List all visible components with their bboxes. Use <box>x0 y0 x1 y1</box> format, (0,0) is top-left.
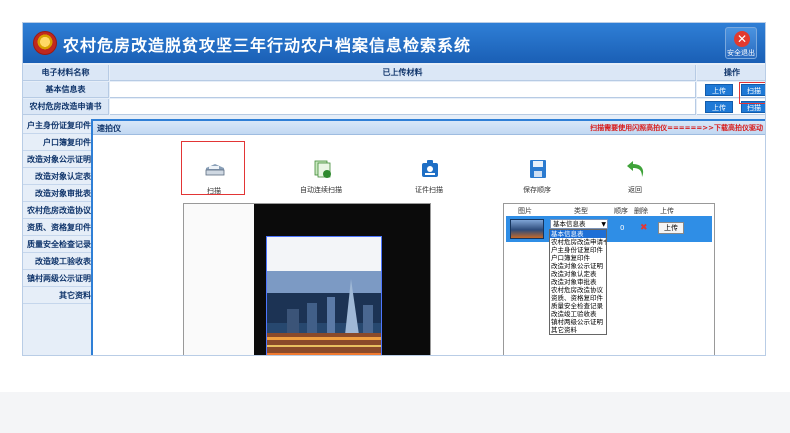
upload-button[interactable]: 上传 <box>705 84 733 96</box>
driver-download-link[interactable]: 扫描需要使用闪照高拍仪======>>下载高拍仪驱动 <box>590 123 763 133</box>
delete-icon[interactable]: ✖ <box>640 223 648 233</box>
type-dropdown-options: 基本信息表 农村危房改造申请书 户主身份证复印件 户口簿复印件 改造对象公示证明… <box>549 229 607 335</box>
id-scan-tool-button[interactable]: 证件扫描 <box>397 141 461 195</box>
type-select-value: 基本信息表 <box>553 220 586 228</box>
list-item: 改造竣工验收表 <box>23 254 93 270</box>
dropdown-option[interactable]: 其它资料 <box>550 326 606 334</box>
app-window: 农村危房改造脱贫攻坚三年行动农户档案信息检索系统 ✕ 安全退出 电子材料名称 已… <box>22 22 766 356</box>
app-header: 农村危房改造脱贫攻坚三年行动农户档案信息检索系统 ✕ 安全退出 <box>23 23 765 63</box>
chevron-down-icon: ▼ <box>601 221 606 228</box>
order-value: 0 <box>620 224 625 232</box>
image-thumbnail[interactable] <box>510 219 544 239</box>
save-icon <box>530 160 546 178</box>
dropdown-option[interactable]: 改造对象认定表 <box>550 270 606 278</box>
tool-label: 扫描 <box>207 187 221 195</box>
list-item: 改造对象认定表 <box>23 169 93 185</box>
col-header-order: 顺序 <box>614 207 628 215</box>
col-header-type: 类型 <box>574 207 588 215</box>
scan-preview[interactable] <box>183 203 431 355</box>
dialog-title: 速拍仪 <box>97 124 121 133</box>
col-header-image: 图片 <box>518 207 532 215</box>
tool-label: 证件扫描 <box>415 186 443 194</box>
col-header-uploaded: 已上传材料 <box>110 65 696 81</box>
dropdown-option[interactable]: 农村危房改造协议 <box>550 286 606 294</box>
dropdown-option[interactable]: 改造对象公示证明 <box>550 262 606 270</box>
back-arrow-icon <box>627 161 644 177</box>
table-row: 农村危房改造申请书 上传 扫描 <box>23 99 765 116</box>
col-header-actions: 操作 <box>697 65 765 81</box>
exit-label: 安全退出 <box>727 49 755 57</box>
row-upload-button[interactable]: 上传 <box>658 222 684 234</box>
auto-scan-tool-button[interactable]: 自动连续扫描 <box>289 141 353 195</box>
app-title: 农村危房改造脱贫攻坚三年行动农户档案信息检索系统 <box>63 36 472 55</box>
list-item: 户口簿复印件 <box>23 135 93 151</box>
scan-tool-button[interactable]: 扫描 <box>181 141 245 195</box>
scanner-dialog: 速拍仪 扫描需要使用闪照高拍仪======>>下载高拍仪驱动 扫描 自动连续扫描 <box>91 119 765 355</box>
actions-cell: 上传 扫描 <box>697 99 765 115</box>
dropdown-option[interactable]: 资质、资格复印件 <box>550 294 606 302</box>
dropdown-option[interactable]: 镇村两级公示证明 <box>550 318 606 326</box>
dropdown-option[interactable]: 质量安全检查记录 <box>550 302 606 310</box>
scanner-icon <box>205 164 225 176</box>
table-row: 基本信息表 上传 扫描 <box>23 82 765 99</box>
dropdown-option[interactable]: 基本信息表 <box>550 230 606 238</box>
list-item: 质量安全检查记录 <box>23 237 93 253</box>
type-select[interactable]: 基本信息表 ▼ <box>550 219 608 229</box>
page-footer-area <box>0 392 790 433</box>
auto-scan-icon <box>314 160 331 178</box>
dropdown-option[interactable]: 改造对象审批表 <box>550 278 606 286</box>
dropdown-option[interactable]: 户口簿复印件 <box>550 254 606 262</box>
material-name: 农村危房改造申请书 <box>23 99 109 115</box>
id-card-icon <box>422 160 438 177</box>
list-item: 户主身份证复印件 <box>23 118 93 134</box>
list-item: 农村危房改造协议 <box>23 203 93 219</box>
uploaded-cell <box>110 99 696 115</box>
city-night-photo <box>267 237 381 355</box>
back-tool-button[interactable]: 返回 <box>603 141 667 195</box>
tool-label: 返回 <box>628 186 642 194</box>
col-header-upload: 上传 <box>660 207 674 215</box>
dropdown-option[interactable]: 改造竣工验收表 <box>550 310 606 318</box>
table-header: 电子材料名称 已上传材料 操作 <box>23 65 765 82</box>
uploaded-cell <box>110 82 696 98</box>
dropdown-option[interactable]: 农村危房改造申请书 <box>550 238 606 246</box>
scanned-photo <box>266 236 382 355</box>
list-item: 改造对象公示证明 <box>23 152 93 168</box>
dropdown-option[interactable]: 户主身份证复印件 <box>550 246 606 254</box>
save-order-tool-button[interactable]: 保存顺序 <box>505 141 569 195</box>
list-item: 资质、资格复印件 <box>23 220 93 236</box>
col-header-delete: 删除 <box>634 207 648 215</box>
upload-button[interactable]: 上传 <box>705 101 733 113</box>
scan-button[interactable]: 扫描 <box>741 101 765 113</box>
dialog-titlebar: 速拍仪 扫描需要使用闪照高拍仪======>>下载高拍仪驱动 <box>93 121 765 135</box>
image-list-row[interactable]: 基本信息表 ▼ 0 ✖ 上传 <box>506 216 712 242</box>
image-list-panel: 图片 类型 顺序 删除 上传 基本信息表 ▼ 0 ✖ 上传 <box>503 203 715 355</box>
scan-button[interactable]: 扫描 <box>741 84 765 96</box>
list-item: 镇村两级公示证明 <box>23 271 93 287</box>
list-item: 改造对象审批表 <box>23 186 93 202</box>
national-emblem-icon <box>33 31 57 55</box>
exit-button[interactable]: ✕ 安全退出 <box>725 27 757 59</box>
tool-label: 自动连续扫描 <box>300 186 342 194</box>
close-icon: ✕ <box>734 31 750 47</box>
list-item: 其它资料 <box>23 288 93 304</box>
material-name: 基本信息表 <box>23 82 109 98</box>
actions-cell: 上传 扫描 <box>697 82 765 98</box>
col-header-name: 电子材料名称 <box>23 65 109 81</box>
tool-label: 保存顺序 <box>523 186 551 194</box>
